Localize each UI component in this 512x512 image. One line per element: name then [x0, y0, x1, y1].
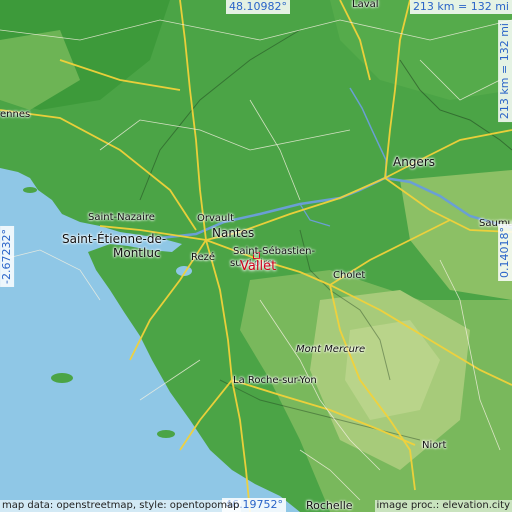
place-saint-nazaire: Saint-Nazaire [88, 212, 155, 223]
place-vallet[interactable]: Vallet [240, 260, 276, 273]
place-niort: Niort [422, 440, 447, 451]
north-latitude-label: 48.10982° [226, 0, 290, 15]
place-la-roche-sur-yon: La Roche-sur-Yon [233, 375, 317, 386]
place-cholet: Cholet [333, 270, 366, 281]
scale-horizontal-label: 213 km = 132 mi [409, 0, 512, 15]
place-rochelle: Rochelle [306, 499, 353, 512]
place-nantes: Nantes [212, 226, 255, 240]
place-mont-mercure: Mont Mercure [296, 344, 366, 355]
map-data-credit: map data: openstreetmap, style: opentopo… [0, 500, 242, 512]
place-saint-etienne-line1: Saint-Étienne-de- [62, 232, 167, 246]
place-rennes: ennes [0, 109, 31, 120]
place-angers: Angers [393, 155, 435, 169]
scale-vertical-label: 213 km = 132 mi [497, 20, 512, 123]
place-saint-etienne-line2: Montluc [113, 246, 161, 260]
east-longitude-label: 0.14018° [497, 224, 512, 281]
place-laval: Laval [352, 0, 379, 10]
place-saint-sebastien-line1: Saint-Sébastien- [233, 246, 316, 257]
place-orvault: Orvault [197, 213, 235, 224]
place-reze: Rezé [191, 252, 216, 263]
image-processing-credit: image proc.: elevation.city [374, 500, 512, 512]
west-longitude-label: -2.67232° [0, 226, 15, 287]
map-view[interactable]: Laval ennes Angers Saumur Saint-Nazaire … [0, 0, 512, 512]
